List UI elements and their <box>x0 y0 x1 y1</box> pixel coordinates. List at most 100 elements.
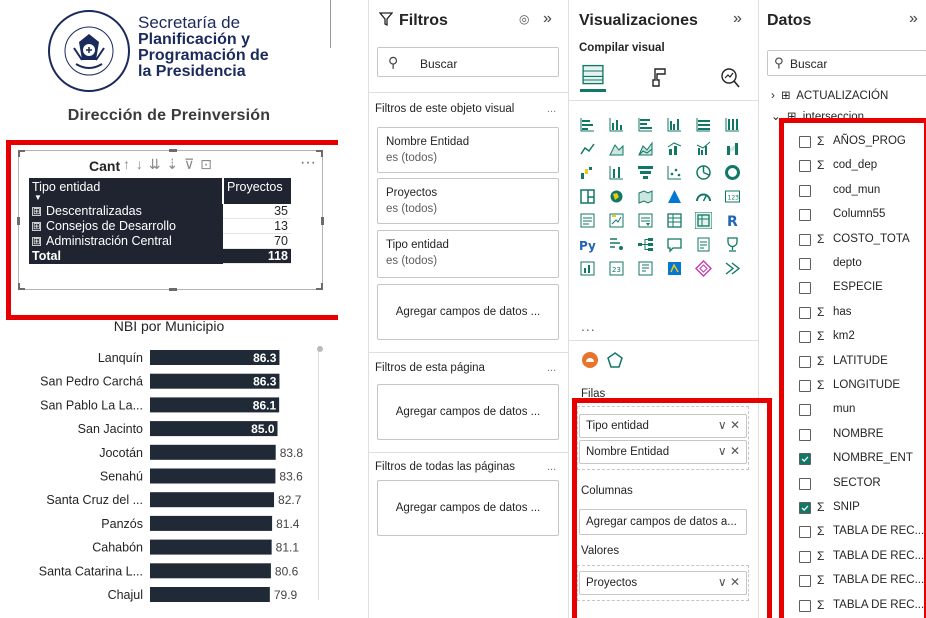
chevron-down-icon[interactable]: ⌄ <box>771 111 781 123</box>
diamond-visual-icon[interactable] <box>695 260 712 277</box>
table-icon[interactable] <box>666 212 683 229</box>
resize-handle-left[interactable] <box>17 217 20 225</box>
scatter-chart-icon[interactable] <box>666 164 683 181</box>
filter-card-tipo-entidad[interactable]: Tipo entidad es (todos) <box>377 230 559 278</box>
clustered-bar-chart-icon[interactable] <box>637 116 654 133</box>
checkbox[interactable] <box>799 428 811 441</box>
chart-scrollbar[interactable] <box>317 346 324 600</box>
checkbox[interactable] <box>799 233 811 246</box>
pie-chart-icon[interactable] <box>695 164 712 181</box>
matrix-icon-selected[interactable] <box>695 212 712 229</box>
bar[interactable] <box>150 444 276 460</box>
scatter-column-icon[interactable] <box>608 164 625 181</box>
resize-handle-bl[interactable] <box>18 283 25 290</box>
checkbox[interactable] <box>799 575 811 588</box>
bar[interactable] <box>150 539 272 555</box>
filters-search-input[interactable]: ⚲ Buscar <box>377 47 559 77</box>
ribbon-chart-icon[interactable] <box>724 140 741 157</box>
resize-handle-right[interactable] <box>321 217 324 225</box>
resize-handle-tr[interactable] <box>316 150 323 157</box>
smart-narrative-icon[interactable] <box>695 236 712 253</box>
waterfall-chart-icon[interactable] <box>579 164 596 181</box>
expand-icon[interactable]: ⊞ <box>32 222 41 232</box>
treemap-icon[interactable] <box>579 188 596 205</box>
checkbox[interactable] <box>799 550 811 563</box>
clustered-column-chart-icon[interactable] <box>666 116 683 133</box>
bar[interactable] <box>150 587 270 602</box>
power-automate-icon[interactable] <box>637 260 654 277</box>
donut-chart-icon[interactable] <box>724 164 741 181</box>
checkbox[interactable] <box>799 209 811 222</box>
collapse-data-icon[interactable]: » <box>909 10 918 28</box>
build-visual-tab-icon[interactable] <box>580 62 606 92</box>
nbi-bar-chart[interactable]: Lanquín 86.3 San Pedro Carchá 86.3 San Pablo… <box>0 342 338 618</box>
columns-add-field[interactable]: Agregar campos de datos a... <box>579 509 747 535</box>
chevron-right-icon[interactable]: › <box>771 90 775 102</box>
azure-visual-icon[interactable] <box>666 260 683 277</box>
table-node-interseccion[interactable]: ⌄ ⊞ interseccion <box>771 109 864 123</box>
data-search-input[interactable]: ⚲ Buscar <box>767 50 926 76</box>
area-chart-icon[interactable] <box>608 140 625 157</box>
azure-map-icon[interactable] <box>666 188 683 205</box>
chart-scrollbar-thumb[interactable] <box>317 346 323 352</box>
analytics-tab-icon[interactable] <box>719 66 741 90</box>
checkbox-checked[interactable] <box>799 502 811 514</box>
collapse-filters-icon[interactable]: » <box>543 10 552 28</box>
filter-card-proyectos[interactable]: Proyectos es (todos) <box>377 178 559 224</box>
expand-icon[interactable]: ⊞ <box>32 237 41 247</box>
resize-handle-top[interactable] <box>169 149 177 152</box>
stacked-bar-chart-icon[interactable] <box>579 116 596 133</box>
python-visual-icon[interactable]: Py <box>579 236 596 253</box>
funnel-chart-icon[interactable] <box>637 164 654 181</box>
multi-row-card-icon[interactable] <box>579 212 596 229</box>
resize-handle-bottom[interactable] <box>169 288 177 291</box>
100-stacked-column-chart-icon[interactable] <box>724 116 741 133</box>
filled-map-icon[interactable] <box>637 188 654 205</box>
line-chart-icon[interactable] <box>579 140 596 157</box>
format-visual-tab-icon[interactable] <box>649 66 671 90</box>
decomposition-tree-icon[interactable] <box>637 236 654 253</box>
checkbox[interactable] <box>799 258 811 270</box>
visual-filters-more-icon[interactable]: ... <box>547 103 556 115</box>
gauge-icon[interactable] <box>695 188 712 205</box>
field-actions-icons[interactable]: ∨ ✕ <box>718 444 740 458</box>
add-all-pages-filter-field[interactable]: Agregar campos de datos ... <box>377 480 559 536</box>
add-visual-filter-field[interactable]: Agregar campos de datos ... <box>377 284 559 340</box>
rows-field-nombre-entidad[interactable]: Nombre Entidad ∨ ✕ <box>579 440 747 464</box>
page-filters-more-icon[interactable]: ... <box>547 362 556 374</box>
bar[interactable] <box>150 468 276 484</box>
eye-icon[interactable]: ◎ <box>519 12 529 26</box>
visual-header-icons[interactable]: ↑ ↓ ⇊ ⇣ ⊽ ⊡ <box>123 156 213 173</box>
kpi-icon[interactable] <box>608 212 625 229</box>
checkbox[interactable] <box>799 282 811 295</box>
checkbox[interactable] <box>799 331 811 344</box>
resize-handle-tl[interactable] <box>18 150 25 157</box>
all-pages-filters-more-icon[interactable]: ... <box>547 461 556 473</box>
metrics-icon[interactable] <box>724 236 741 253</box>
qa-visual-icon[interactable] <box>666 236 683 253</box>
100-stacked-bar-chart-icon[interactable] <box>695 116 712 133</box>
custom-visual-icon[interactable] <box>581 351 599 369</box>
checkbox[interactable] <box>799 160 811 173</box>
line-clustered-column-chart-icon[interactable] <box>695 140 712 157</box>
bar[interactable] <box>150 563 271 579</box>
collapse-visualizations-icon[interactable]: » <box>733 10 742 28</box>
checkbox[interactable] <box>799 477 811 490</box>
paginated-report-icon[interactable] <box>579 260 596 277</box>
field-actions-icons[interactable]: ∨ ✕ <box>718 575 740 589</box>
get-more-visuals-icon[interactable] <box>607 352 623 368</box>
line-stacked-column-chart-icon[interactable] <box>666 140 683 157</box>
expand-icon[interactable]: ⊞ <box>32 207 41 217</box>
more-visuals-icon[interactable]: ... <box>581 318 596 334</box>
resize-handle-br[interactable] <box>316 283 323 290</box>
checkbox[interactable] <box>799 599 811 612</box>
checkbox[interactable] <box>799 526 811 539</box>
filter-card-nombre-entidad[interactable]: Nombre Entidad es (todos) <box>377 127 559 173</box>
card-icon[interactable]: 123 <box>724 188 741 205</box>
values-field-proyectos[interactable]: Proyectos ∨ ✕ <box>579 571 747 595</box>
table-node-actualizacion[interactable]: › ⊞ ACTUALIZACIÓN <box>771 88 888 102</box>
bar[interactable] <box>150 492 275 508</box>
rows-field-tipo-entidad[interactable]: Tipo entidad ∨ ✕ <box>579 414 747 438</box>
checkbox[interactable] <box>799 184 811 197</box>
bar[interactable] <box>150 515 273 531</box>
